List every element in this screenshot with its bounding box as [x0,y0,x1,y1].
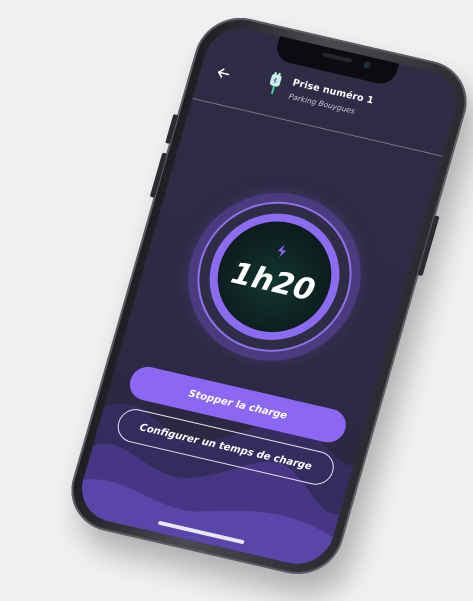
arrow-left-icon[interactable] [212,63,235,84]
charge-gauge: 1h20 [181,188,368,365]
speaker [322,52,353,63]
ev-plug-icon [269,71,282,94]
front-camera [362,60,372,70]
gauge-center: 1h20 [194,200,355,353]
lightning-bolt-icon [277,244,287,258]
charge-time: 1h20 [227,255,319,309]
phone-device: Prise numéro 1 Parking Bouygues 1h20 Sto… [61,9,473,583]
stage: Prise numéro 1 Parking Bouygues 1h20 Sto… [0,0,473,601]
